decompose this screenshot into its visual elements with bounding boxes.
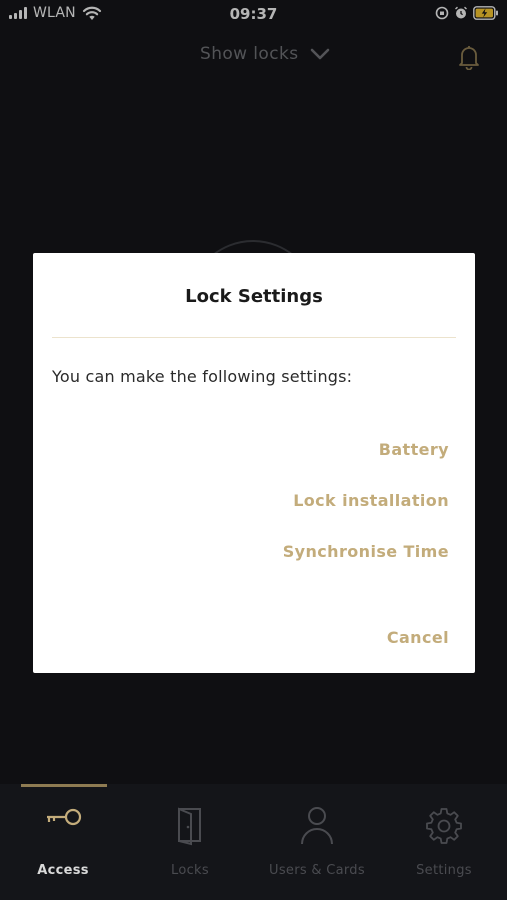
active-tab-indicator — [21, 784, 107, 787]
gear-icon — [426, 808, 462, 844]
app-screen: WLAN 09:37 Show locks Lock Settings You … — [0, 0, 507, 900]
synchronise-time-option[interactable]: Synchronise Time — [283, 542, 449, 561]
tab-users-cards[interactable]: Users & Cards — [254, 784, 380, 900]
dialog-title: Lock Settings — [185, 286, 323, 307]
tab-label: Locks — [171, 863, 209, 878]
door-icon — [178, 807, 201, 846]
tab-label: Users & Cards — [269, 863, 365, 878]
lock-settings-dialog: Lock Settings You can make the following… — [33, 253, 475, 673]
cancel-button[interactable]: Cancel — [387, 628, 449, 647]
tab-settings[interactable]: Settings — [381, 784, 507, 900]
tab-locks[interactable]: Locks — [127, 784, 253, 900]
battery-option[interactable]: Battery — [379, 440, 449, 459]
dialog-divider — [52, 337, 456, 338]
lock-installation-option[interactable]: Lock installation — [293, 491, 449, 510]
key-icon — [47, 808, 82, 826]
bottom-tab-bar: Access Locks Users & Cards Settings — [0, 784, 507, 900]
dialog-message: You can make the following settings: — [52, 367, 353, 386]
user-icon — [301, 807, 333, 845]
tab-access[interactable]: Access — [0, 784, 126, 900]
tab-label: Settings — [416, 863, 472, 878]
tab-label: Access — [37, 863, 89, 878]
